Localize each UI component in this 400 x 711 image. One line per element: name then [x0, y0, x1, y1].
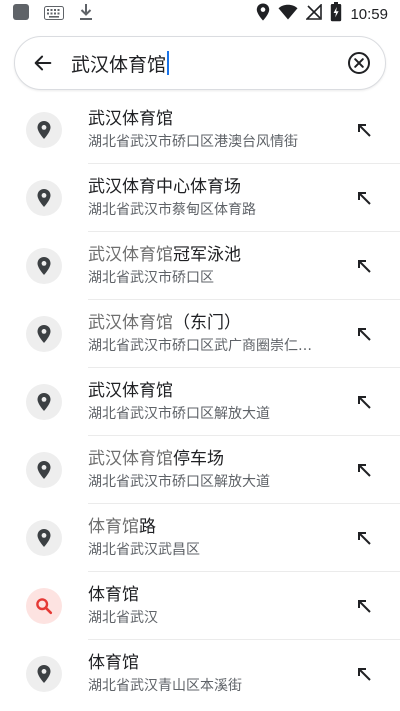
suggestion-title: 武汉体育馆冠军泳池 — [88, 244, 344, 266]
clear-icon[interactable] — [345, 49, 373, 77]
suggestion-texts: 体育馆 湖北省武汉青山区本溪街 — [88, 652, 344, 696]
suggestion-subtitle: 湖北省武汉市硚口区解放大道 — [88, 406, 270, 422]
fill-query-arrow-icon[interactable] — [344, 450, 384, 490]
place-pin-icon — [26, 656, 62, 692]
status-bar: 10:59 — [0, 0, 400, 28]
suggestion-item[interactable]: 体育馆 湖北省武汉 — [0, 572, 400, 640]
fill-query-arrow-icon[interactable] — [344, 314, 384, 354]
text-caret — [167, 51, 170, 75]
suggestion-texts: 体育馆 湖北省武汉 — [88, 584, 344, 628]
suggestion-list: 武汉体育馆 湖北省武汉市硚口区港澳台风情街 武汉体育中心体育场 湖北省武汉市蔡甸… — [0, 96, 400, 708]
suggestion-subtitle: 湖北省武汉市硚口区武广商圈崇仁… — [88, 338, 312, 354]
suggestion-texts: 武汉体育馆（东门） 湖北省武汉市硚口区武广商圈崇仁… — [88, 312, 344, 356]
status-right: 10:59 — [256, 2, 388, 26]
suggestion-title-text: 武汉体育中心体育场 — [88, 177, 241, 197]
suggestion-texts: 武汉体育中心体育场 湖北省武汉市蔡甸区体育路 — [88, 176, 344, 220]
fill-query-arrow-icon[interactable] — [344, 518, 384, 558]
suggestion-title-prefix: 武汉体育馆 — [88, 449, 173, 469]
suggestion-title-text: （东门） — [173, 313, 241, 333]
suggestion-item[interactable]: 武汉体育中心体育场 湖北省武汉市蔡甸区体育路 — [0, 164, 400, 232]
search-icon — [26, 588, 62, 624]
suggestion-item[interactable]: 体育馆路 湖北省武汉武昌区 — [0, 504, 400, 572]
fill-query-arrow-icon[interactable] — [344, 110, 384, 150]
suggestion-title-prefix: 武汉体育馆 — [88, 245, 173, 265]
place-pin-icon — [26, 180, 62, 216]
suggestion-item[interactable]: 体育馆 湖北省武汉青山区本溪街 — [0, 640, 400, 708]
fill-query-arrow-icon[interactable] — [344, 246, 384, 286]
suggestion-texts: 武汉体育馆冠军泳池 湖北省武汉市硚口区 — [88, 244, 344, 288]
search-input[interactable]: 武汉体育馆 — [71, 50, 345, 77]
place-pin-icon — [26, 112, 62, 148]
place-pin-icon — [26, 248, 62, 284]
fill-query-arrow-icon[interactable] — [344, 382, 384, 422]
suggestion-texts: 武汉体育馆停车场 湖北省武汉市硚口区解放大道 — [88, 448, 344, 492]
battery-icon — [330, 2, 342, 26]
suggestion-subtitle: 湖北省武汉武昌区 — [88, 542, 200, 558]
status-time: 10:59 — [350, 5, 388, 23]
suggestion-title-text: 武汉体育馆 — [88, 381, 173, 401]
status-left — [12, 3, 94, 25]
suggestion-title: 武汉体育馆（东门） — [88, 312, 344, 334]
fill-query-arrow-icon[interactable] — [344, 654, 384, 694]
suggestion-title-prefix: 体育馆 — [88, 517, 139, 537]
no-signal-icon — [305, 3, 323, 24]
suggestion-texts: 武汉体育馆 湖北省武汉市硚口区解放大道 — [88, 380, 344, 424]
suggestion-title-text: 停车场 — [173, 449, 224, 469]
wifi-icon — [278, 4, 298, 24]
suggestion-subtitle: 湖北省武汉 — [88, 610, 158, 626]
suggestion-title-text: 体育馆 — [88, 585, 139, 605]
suggestion-subtitle: 湖北省武汉青山区本溪街 — [88, 678, 242, 694]
back-arrow-icon[interactable] — [29, 49, 57, 77]
suggestion-item[interactable]: 武汉体育馆（东门） 湖北省武汉市硚口区武广商圈崇仁… — [0, 300, 400, 368]
suggestion-title: 武汉体育馆停车场 — [88, 448, 344, 470]
suggestion-texts: 体育馆路 湖北省武汉武昌区 — [88, 516, 344, 560]
suggestion-subtitle: 湖北省武汉市硚口区港澳台风情街 — [88, 134, 298, 150]
suggestion-subtitle: 湖北省武汉市蔡甸区体育路 — [88, 202, 256, 218]
download-icon — [78, 3, 94, 25]
suggestion-subtitle: 湖北省武汉市硚口区 — [88, 270, 214, 286]
suggestion-title: 体育馆 — [88, 584, 344, 606]
suggestion-title-prefix: 武汉体育馆 — [88, 313, 173, 333]
search-query-text: 武汉体育馆 — [71, 53, 167, 76]
location-icon — [256, 3, 270, 25]
fill-query-arrow-icon[interactable] — [344, 586, 384, 626]
fill-query-arrow-icon[interactable] — [344, 178, 384, 218]
app-square-icon — [12, 3, 30, 25]
suggestion-item[interactable]: 武汉体育馆停车场 湖北省武汉市硚口区解放大道 — [0, 436, 400, 504]
keyboard-icon — [44, 5, 64, 24]
suggestion-title: 体育馆 — [88, 652, 344, 674]
suggestion-title-text: 冠军泳池 — [173, 245, 241, 265]
suggestion-item[interactable]: 武汉体育馆冠军泳池 湖北省武汉市硚口区 — [0, 232, 400, 300]
place-pin-icon — [26, 384, 62, 420]
place-pin-icon — [26, 452, 62, 488]
suggestion-title: 武汉体育馆 — [88, 108, 344, 130]
suggestion-subtitle: 湖北省武汉市硚口区解放大道 — [88, 474, 270, 490]
place-pin-icon — [26, 316, 62, 352]
suggestion-title: 体育馆路 — [88, 516, 344, 538]
suggestion-item[interactable]: 武汉体育馆 湖北省武汉市硚口区港澳台风情街 — [0, 96, 400, 164]
suggestion-title-text: 体育馆 — [88, 653, 139, 673]
suggestion-item[interactable]: 武汉体育馆 湖北省武汉市硚口区解放大道 — [0, 368, 400, 436]
place-pin-icon — [26, 520, 62, 556]
suggestion-texts: 武汉体育馆 湖北省武汉市硚口区港澳台风情街 — [88, 108, 344, 152]
suggestion-title: 武汉体育中心体育场 — [88, 176, 344, 198]
suggestion-title-text: 路 — [139, 517, 156, 537]
suggestion-title: 武汉体育馆 — [88, 380, 344, 402]
suggestion-title-text: 武汉体育馆 — [88, 109, 173, 129]
search-box[interactable]: 武汉体育馆 — [14, 36, 386, 90]
